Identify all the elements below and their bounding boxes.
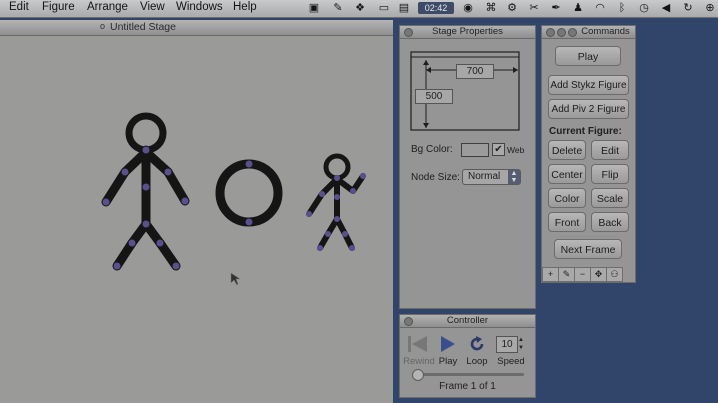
stepper-arrows-icon[interactable]: ▲ ▼ <box>517 336 525 352</box>
stick-figure-small[interactable] <box>306 153 366 251</box>
stage-title: Untitled Stage <box>110 21 176 33</box>
menu-arrange[interactable]: Arrange <box>87 1 128 13</box>
current-figure-label: Current Figure: <box>549 126 622 137</box>
add-stykz-figure-button[interactable]: Add Stykz Figure <box>548 75 629 95</box>
battery-icon[interactable]: ▭ <box>376 2 392 14</box>
speed-label: Speed <box>497 356 525 367</box>
commands-title: Commands <box>581 26 630 37</box>
stage-window: o Untitled Stage <box>0 20 393 403</box>
gear-icon[interactable]: ⚙ <box>506 2 518 14</box>
speed-value: 10 <box>496 336 518 353</box>
web-checkbox[interactable]: ✔ <box>492 143 505 156</box>
mouse-cursor-icon <box>230 272 241 286</box>
ring-figure[interactable] <box>215 159 283 227</box>
frame-slider-track[interactable] <box>414 373 524 376</box>
controller-title: Controller <box>446 315 489 326</box>
sync-icon[interactable]: ↻ <box>682 2 694 14</box>
delete-button[interactable]: Delete <box>548 140 586 160</box>
next-frame-button[interactable]: Next Frame <box>554 239 622 259</box>
menu-figure[interactable]: Figure <box>42 1 75 13</box>
play-label: Play <box>438 356 458 367</box>
recording-clock[interactable]: 02:42 <box>418 2 454 14</box>
select-arrows-icon: ▲ ▼ <box>508 170 520 184</box>
wifi-icon[interactable]: ◠ <box>594 2 606 14</box>
network-icon[interactable]: ⌘ <box>485 2 497 14</box>
menu-edit[interactable]: Edit <box>9 1 29 13</box>
camera-icon[interactable]: ▣ <box>308 2 320 14</box>
frame-label: Frame 1 of 1 <box>439 381 496 392</box>
commands-toolbar: + ✎ − ✥ ⚇ <box>542 267 635 282</box>
loop-icon[interactable] <box>468 335 486 353</box>
menubar: Edit Figure Arrange View Windows Help ▣ … <box>0 0 718 18</box>
speed-stepper[interactable]: 10 ▲ ▼ <box>496 336 526 353</box>
back-button[interactable]: Back <box>591 212 629 232</box>
minimize-icon[interactable] <box>557 28 566 37</box>
script-icon[interactable]: ✎ <box>332 2 344 14</box>
bg-color-swatch[interactable] <box>461 143 489 157</box>
bg-color-label: Bg Color: <box>411 144 453 155</box>
stage-width-field[interactable]: 700 <box>456 64 494 79</box>
color-button[interactable]: Color <box>548 188 586 208</box>
move-icon[interactable]: ✥ <box>590 267 607 282</box>
edit-button[interactable]: Edit <box>591 140 629 160</box>
menu-help[interactable]: Help <box>233 1 257 13</box>
pen-icon[interactable]: ✒ <box>550 2 562 14</box>
stage-properties-panel: Stage Properties 700 500 Bg Color: ✔ Web… <box>399 25 536 309</box>
figure-icon[interactable]: ⚇ <box>606 267 623 282</box>
menu-windows[interactable]: Windows <box>176 1 223 13</box>
node-size-select[interactable]: Normal ▲ ▼ <box>462 169 521 185</box>
stage-properties-title: Stage Properties <box>432 26 503 37</box>
user-icon[interactable]: ♟ <box>572 2 584 14</box>
controller-titlebar[interactable]: Controller <box>400 315 535 328</box>
rewind-label: Rewind <box>403 356 435 367</box>
spotlight-icon[interactable]: ⊕ <box>704 2 716 14</box>
stage-canvas[interactable] <box>0 37 393 403</box>
frame-slider-thumb[interactable] <box>412 369 424 381</box>
unsaved-dot-icon: o <box>100 21 106 31</box>
close-icon[interactable] <box>546 28 555 37</box>
add-icon[interactable]: + <box>542 267 559 282</box>
web-label: Web <box>507 145 525 155</box>
eye-icon[interactable]: ◉ <box>462 2 474 14</box>
volume-icon[interactable]: ◀ <box>660 2 672 14</box>
node-size-label: Node Size: <box>411 172 460 183</box>
bluetooth-icon[interactable]: ᛒ <box>616 2 628 14</box>
dropbox-icon[interactable]: ❖ <box>354 2 366 14</box>
commands-panel: Commands Play Add Stykz Figure Add Piv 2… <box>541 25 636 283</box>
node-size-value: Normal <box>468 171 501 182</box>
pencil-icon[interactable]: ✎ <box>558 267 575 282</box>
scale-button[interactable]: Scale <box>591 188 629 208</box>
commands-titlebar[interactable]: Commands <box>542 26 635 39</box>
rewind-icon[interactable] <box>407 335 429 353</box>
display-icon[interactable]: ▤ <box>398 2 410 14</box>
center-button[interactable]: Center <box>548 164 586 184</box>
shortcut-icon[interactable]: ✂ <box>528 2 540 14</box>
stage-titlebar[interactable]: o Untitled Stage <box>0 20 393 36</box>
front-button[interactable]: Front <box>548 212 586 232</box>
stage-properties-titlebar[interactable]: Stage Properties <box>400 26 535 39</box>
time-machine-icon[interactable]: ◷ <box>638 2 650 14</box>
controller-panel: Controller 10 ▲ ▼ Rewind Play Loop Speed … <box>399 314 536 398</box>
play-icon[interactable] <box>439 335 457 353</box>
loop-label: Loop <box>466 356 488 367</box>
flip-button[interactable]: Flip <box>591 164 629 184</box>
menu-view[interactable]: View <box>140 1 165 13</box>
play-button[interactable]: Play <box>555 46 621 66</box>
stick-figure-large[interactable] <box>101 112 190 271</box>
stage-height-field[interactable]: 500 <box>415 89 453 104</box>
minus-icon[interactable]: − <box>574 267 591 282</box>
add-piv2-figure-button[interactable]: Add Piv 2 Figure <box>548 99 629 119</box>
